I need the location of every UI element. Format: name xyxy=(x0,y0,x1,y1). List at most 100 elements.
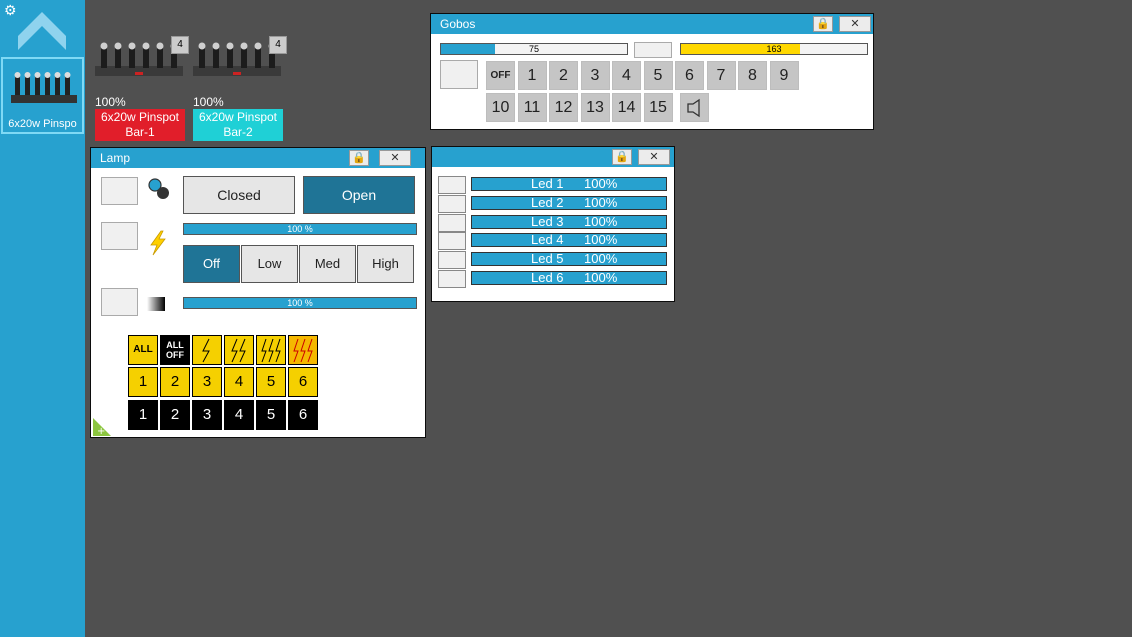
gobo-button[interactable]: 4 xyxy=(612,61,641,90)
strobe-high-button[interactable]: High xyxy=(357,245,414,283)
gobos-titlebar[interactable]: Gobos 🔒 ✕ xyxy=(431,14,873,34)
strobe-off-button[interactable]: Off xyxy=(183,245,240,283)
up-arrow-icon[interactable] xyxy=(16,10,68,52)
gobo-button[interactable]: 1 xyxy=(517,61,547,90)
gobo-button[interactable]: 8 xyxy=(738,61,767,90)
gobo-button[interactable]: 15 xyxy=(643,93,673,122)
led-on-button[interactable]: 2 xyxy=(160,367,190,397)
strobe-1-button[interactable] xyxy=(192,335,222,365)
led-checkbox[interactable] xyxy=(438,176,466,194)
fixture-bar-2[interactable]: 4 100% 6x20w Pinspot Bar-2 xyxy=(193,36,287,141)
lock-icon[interactable]: 🔒 xyxy=(349,150,369,166)
gobo-rotation-slider[interactable]: 75 xyxy=(440,43,628,55)
gobo-button[interactable]: 6 xyxy=(675,61,704,90)
led-level-bar[interactable]: Led 6 100% xyxy=(471,271,667,285)
shutter-closed-button[interactable]: Closed xyxy=(183,176,295,214)
close-button[interactable]: ✕ xyxy=(638,149,670,165)
strobe-random-button[interactable] xyxy=(288,335,318,365)
gobo-button[interactable]: 9 xyxy=(769,61,799,90)
close-button[interactable]: ✕ xyxy=(839,16,871,32)
gobo-toggle-button[interactable] xyxy=(634,42,672,58)
led-level-bar[interactable]: Led 3 100% xyxy=(471,213,667,229)
led-label: Led 5 xyxy=(531,251,564,267)
led-on-button[interactable]: 5 xyxy=(256,367,286,397)
sidebar-fixture-item[interactable]: 6x20w Pinspo xyxy=(1,57,84,134)
led-checkbox[interactable] xyxy=(438,251,466,270)
shutter-checkbox[interactable] xyxy=(101,177,138,205)
led-checkbox[interactable] xyxy=(438,194,466,213)
lock-icon[interactable]: 🔒 xyxy=(813,16,833,32)
led-value: 100% xyxy=(584,213,618,229)
led-off-button[interactable]: 3 xyxy=(192,400,222,430)
intensity-slider[interactable]: 100 % xyxy=(183,223,417,235)
gobo-button[interactable]: OFF xyxy=(486,61,515,90)
led-checkbox[interactable] xyxy=(438,232,466,251)
gobo-button[interactable]: 7 xyxy=(706,61,736,90)
all-on-button[interactable]: ALL xyxy=(128,335,158,365)
led-checkbox[interactable] xyxy=(438,270,466,288)
led-on-button[interactable]: 1 xyxy=(128,367,158,397)
triple-lightning-icon xyxy=(261,338,281,363)
fixture-image: 4 xyxy=(193,36,287,86)
gobo-button[interactable]: 3 xyxy=(580,61,610,90)
fixture-name-label: 6x20w Pinspot Bar-1 xyxy=(95,109,185,141)
gobo-button[interactable]: 2 xyxy=(549,61,578,90)
leds-titlebar[interactable]: 🔒 ✕ xyxy=(432,147,674,167)
led-level-bar[interactable]: Led 5 100% xyxy=(471,251,667,267)
fixture-name-line2: Bar-1 xyxy=(125,125,155,139)
lamp-title: Lamp xyxy=(100,151,131,165)
lightning-icon xyxy=(150,230,166,256)
leds-window: 🔒 ✕ Led 1 100% Led 2 100% Led 3 100% Led 4 100%… xyxy=(431,146,675,302)
gobo-shake-button[interactable] xyxy=(680,93,709,122)
led-value: 100% xyxy=(584,176,618,191)
gobo-button[interactable]: 11 xyxy=(517,93,547,122)
gobo-button[interactable]: 14 xyxy=(612,93,641,122)
led-off-button[interactable]: 4 xyxy=(224,400,254,430)
strobe-low-button[interactable]: Low xyxy=(241,245,298,283)
led-level-bar[interactable]: Led 1 100% xyxy=(471,177,667,191)
close-button[interactable]: ✕ xyxy=(379,150,411,166)
dimmer-slider[interactable]: 100 % xyxy=(183,297,417,309)
gobos-title: Gobos xyxy=(440,17,476,31)
gobo-select-checkbox[interactable] xyxy=(440,60,478,89)
lamp-window: Lamp 🔒 ✕ Closed Open 100 % Off Low Med H… xyxy=(90,147,426,438)
gobo-button[interactable]: 5 xyxy=(643,61,673,90)
fixture-bar-1[interactable]: 4 100% 6x20w Pinspot Bar-1 xyxy=(95,36,189,141)
lock-icon[interactable]: 🔒 xyxy=(612,149,632,165)
gobo-button[interactable]: 12 xyxy=(549,93,578,122)
led-off-button[interactable]: 1 xyxy=(128,400,158,430)
fixture-thumbnail-icon xyxy=(11,72,77,103)
led-checkbox[interactable] xyxy=(438,213,466,232)
red-lightning-icon xyxy=(293,338,313,363)
slider-value: 100 % xyxy=(287,298,313,308)
led-level-bar[interactable]: Led 2 100% xyxy=(471,195,667,210)
sidebar-fixture-label: 6x20w Pinspo xyxy=(8,118,77,130)
led-on-button[interactable]: 3 xyxy=(192,367,222,397)
dimmer-checkbox[interactable] xyxy=(101,288,138,316)
all-off-button[interactable]: ALL OFF xyxy=(160,335,190,365)
shutter-open-button[interactable]: Open xyxy=(303,176,415,214)
led-off-button[interactable]: 2 xyxy=(160,400,190,430)
led-off-button[interactable]: 5 xyxy=(256,400,286,430)
strobe-checkbox[interactable] xyxy=(101,222,138,250)
led-on-button[interactable]: 6 xyxy=(288,367,318,397)
lamp-titlebar[interactable]: Lamp 🔒 ✕ xyxy=(91,148,425,168)
led-value: 100% xyxy=(584,232,618,248)
gobo-button[interactable]: 10 xyxy=(486,93,515,122)
sidebar: ⚙ 6x20w Pinspo xyxy=(0,0,85,637)
led-value: 100% xyxy=(584,251,618,267)
add-corner-icon[interactable]: + xyxy=(93,418,111,436)
fixture-count-badge: 4 xyxy=(269,36,287,54)
strobe-med-button[interactable]: Med xyxy=(299,245,356,283)
strobe-2-button[interactable] xyxy=(224,335,254,365)
gobo-button[interactable]: 13 xyxy=(580,93,610,122)
gobo-speed-slider[interactable]: 163 xyxy=(680,43,868,55)
speaker-icon xyxy=(686,98,700,118)
strobe-3-button[interactable] xyxy=(256,335,286,365)
led-level-bar[interactable]: Led 4 100% xyxy=(471,232,667,248)
fixture-count-badge: 4 xyxy=(171,36,189,54)
fixture-image: 4 xyxy=(95,36,189,86)
led-on-button[interactable]: 4 xyxy=(224,367,254,397)
led-off-button[interactable]: 6 xyxy=(288,400,318,430)
fixture-name-line1: 6x20w Pinspot xyxy=(198,110,278,124)
